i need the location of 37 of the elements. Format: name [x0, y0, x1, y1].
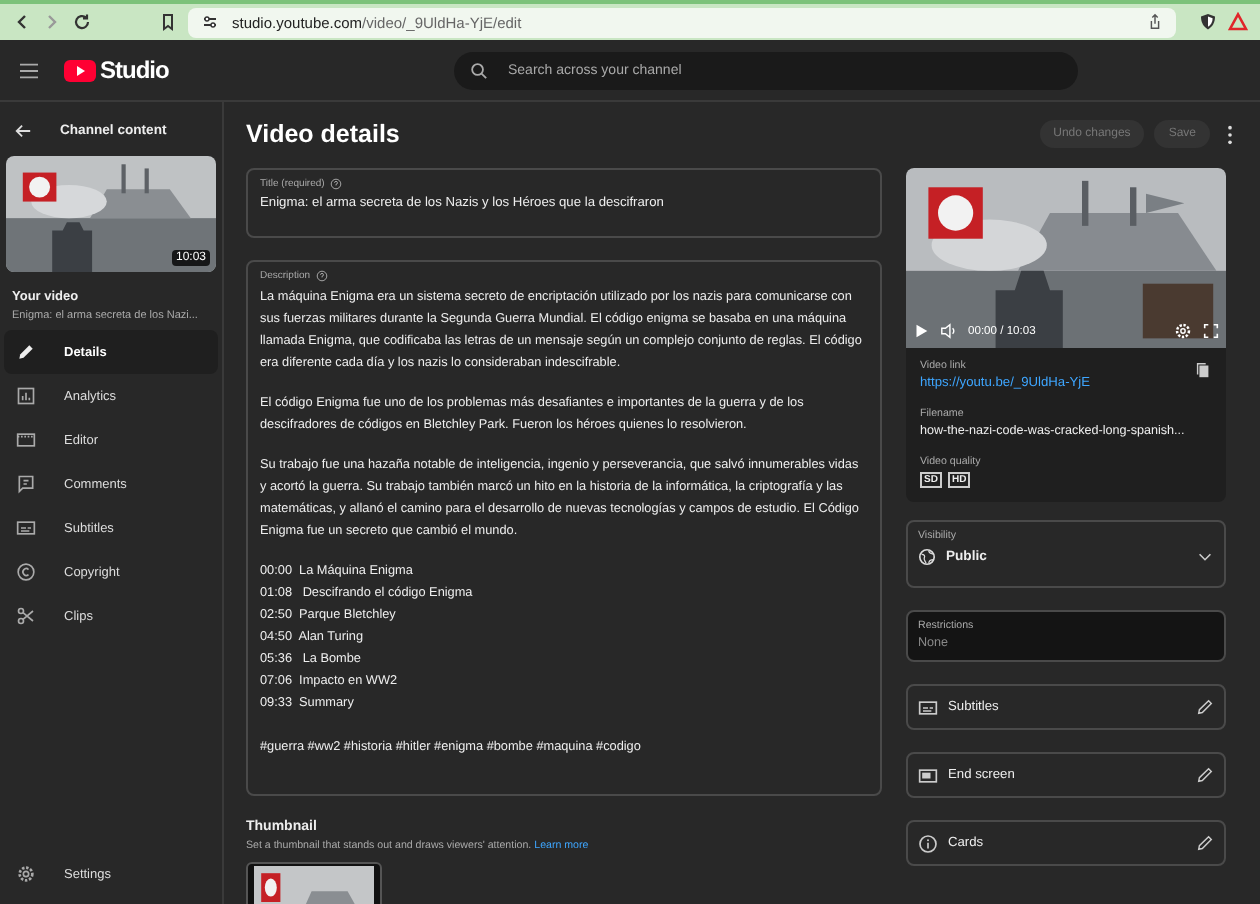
- chart-icon: [16, 386, 36, 406]
- settings-icon[interactable]: [16, 864, 36, 884]
- globe-icon: [918, 548, 936, 566]
- fullscreen-icon[interactable]: [1202, 322, 1220, 340]
- shield-icon[interactable]: [1198, 12, 1218, 32]
- pencil-icon[interactable]: [1196, 698, 1214, 716]
- search-icon: [470, 61, 488, 79]
- subtitles-icon: [16, 518, 36, 538]
- warning-triangle-icon[interactable]: [1228, 12, 1248, 32]
- pencil-icon[interactable]: [1196, 766, 1214, 784]
- scissors-icon: [16, 606, 36, 626]
- comment-icon: [16, 474, 36, 494]
- info-icon: [918, 833, 938, 853]
- back-arrow-icon[interactable]: [14, 121, 32, 139]
- help-icon[interactable]: [316, 270, 329, 282]
- copyright-icon: [16, 562, 36, 582]
- description-field[interactable]: [246, 260, 882, 796]
- studio-logo-text[interactable]: Studio: [100, 56, 169, 84]
- share-icon[interactable]: [1146, 12, 1164, 32]
- play-icon[interactable]: [912, 322, 930, 340]
- back-icon[interactable]: [12, 12, 32, 32]
- end-screen-icon: [918, 765, 938, 785]
- pencil-icon[interactable]: [1196, 834, 1214, 852]
- help-icon[interactable]: [330, 178, 343, 190]
- reload-icon[interactable]: [72, 12, 92, 32]
- film-icon: [16, 430, 36, 450]
- play-logo-icon[interactable]: [64, 59, 96, 81]
- bookmark-icon[interactable]: [158, 12, 178, 32]
- page-heading: Video details: [246, 120, 400, 148]
- copy-icon[interactable]: [1194, 360, 1212, 380]
- subtitles-icon: [918, 697, 938, 717]
- pencil-icon: [16, 342, 36, 362]
- site-settings-icon[interactable]: [200, 12, 220, 32]
- more-options-icon[interactable]: [1226, 123, 1234, 145]
- chevron-down-icon: [1196, 548, 1214, 566]
- menu-icon[interactable]: [18, 61, 40, 79]
- volume-icon[interactable]: [940, 322, 958, 340]
